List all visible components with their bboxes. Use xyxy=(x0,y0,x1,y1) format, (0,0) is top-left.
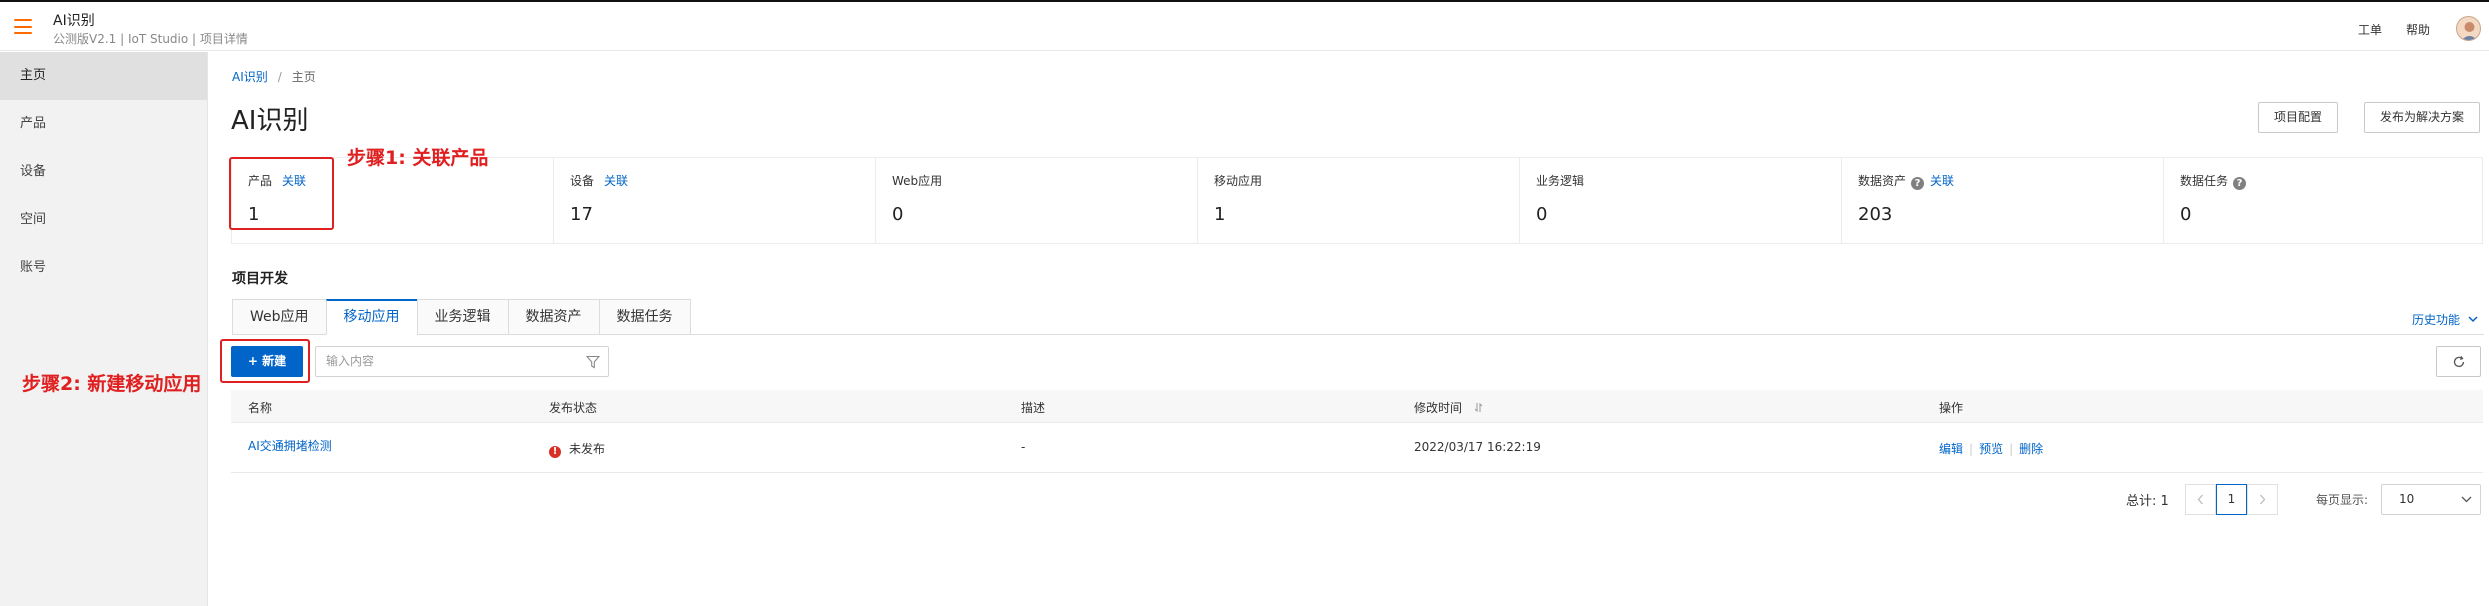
history-label: 历史功能 xyxy=(2412,313,2461,327)
sort-icon[interactable] xyxy=(1474,402,1483,413)
stat-data-assets: 数据资产? 关联 203 xyxy=(1842,158,2164,243)
preview-action[interactable]: 预览 xyxy=(1979,442,2003,456)
column-header-description: 描述 xyxy=(1021,401,1046,415)
menu-icon[interactable] xyxy=(14,19,32,34)
stat-label: 设备 xyxy=(570,174,595,188)
breadcrumb: AI识别 / 主页 xyxy=(232,68,316,85)
search-input[interactable] xyxy=(326,354,566,368)
page-title: AI识别 xyxy=(231,106,309,136)
apps-table: 名称 发布状态 描述 修改时间 操作 AI交通拥堵检测 ! 未发布 - 2022/… xyxy=(231,390,2483,473)
dev-tabs: Web应用 移动应用 业务逻辑 数据资产 数据任务 xyxy=(232,299,691,335)
refresh-button[interactable] xyxy=(2436,346,2481,377)
modified-time: 2022/03/17 16:22:19 xyxy=(1414,440,1541,454)
history-features-link[interactable]: 历史功能 xyxy=(2412,311,2478,328)
tab-mobile-apps[interactable]: 移动应用 xyxy=(325,299,417,335)
column-header-status: 发布状态 xyxy=(549,401,598,415)
error-icon: ! xyxy=(549,446,561,458)
stat-devices: 设备 关联 17 xyxy=(554,158,876,243)
app-subtitle: 公测版V2.1 | IoT Studio | 项目详情 xyxy=(53,32,248,46)
page-size-select[interactable]: 10 xyxy=(2381,484,2481,515)
app-description: - xyxy=(1021,440,1026,454)
search-box xyxy=(315,346,609,377)
stat-label: 数据资产 xyxy=(1858,174,1907,188)
filter-icon[interactable] xyxy=(586,355,600,369)
project-config-button[interactable]: 项目配置 xyxy=(2258,102,2339,133)
chevron-down-icon xyxy=(2468,316,2478,323)
edit-action[interactable]: 编辑 xyxy=(1939,442,1963,456)
sidebar-item-devices[interactable]: 设备 xyxy=(0,148,207,196)
help-icon[interactable]: ? xyxy=(1911,177,1925,190)
new-button[interactable]: + 新建 xyxy=(231,346,303,377)
chevron-down-icon xyxy=(2461,496,2472,503)
stats-panel: 产品 关联 1 设备 关联 17 Web应用 0 移动应用 1 业务逻辑 0 数据资… xyxy=(231,157,2483,244)
publish-status-text: 未发布 xyxy=(569,442,606,456)
stat-label: Web应用 xyxy=(892,174,943,188)
stat-label: 移动应用 xyxy=(1214,174,1263,188)
stat-mobile-apps: 移动应用 1 xyxy=(1198,158,1520,243)
breadcrumb-separator: / xyxy=(277,70,282,84)
stat-value: 203 xyxy=(1858,204,1893,225)
stat-web-apps: Web应用 0 xyxy=(876,158,1198,243)
stat-data-tasks: 数据任务? 0 xyxy=(2164,158,2482,243)
page-size-label: 每页显示: xyxy=(2316,493,2369,507)
section-title: 项目开发 xyxy=(232,271,288,287)
stat-business-logic: 业务逻辑 0 xyxy=(1520,158,1842,243)
breadcrumb-root[interactable]: AI识别 xyxy=(232,70,268,84)
app-name-link[interactable]: AI交通拥堵检测 xyxy=(248,437,332,454)
sidebar-item-products[interactable]: 产品 xyxy=(0,100,207,148)
top-bar: AI识别 公测版V2.1 | IoT Studio | 项目详情 工单 帮助 xyxy=(0,0,2489,51)
stat-label: 数据任务 xyxy=(2180,174,2229,188)
total-count: 总计: 1 xyxy=(2126,494,2169,509)
link-device-button[interactable]: 关联 xyxy=(604,174,628,188)
tab-data-assets[interactable]: 数据资产 xyxy=(507,299,599,335)
step1-highlight-box xyxy=(229,157,334,230)
column-header-actions: 操作 xyxy=(1939,401,1964,415)
page-size-value: 10 xyxy=(2399,492,2415,506)
help-link[interactable]: 帮助 xyxy=(2406,21,2430,38)
stat-value: 0 xyxy=(2180,204,2192,225)
stat-value: 1 xyxy=(1214,204,1226,225)
help-icon[interactable]: ? xyxy=(2233,177,2247,190)
step1-annotation: 步骤1: 关联产品 xyxy=(347,147,489,169)
breadcrumb-current: 主页 xyxy=(291,70,316,84)
tab-data-tasks[interactable]: 数据任务 xyxy=(598,299,691,335)
table-header: 名称 发布状态 描述 修改时间 操作 xyxy=(231,390,2483,423)
row-actions: 编辑 | 预览 | 删除 xyxy=(1939,442,2044,456)
publish-status: ! 未发布 xyxy=(549,440,605,458)
page-number-button[interactable]: 1 xyxy=(2216,484,2247,515)
sidebar-item-spaces[interactable]: 空间 xyxy=(0,196,207,244)
next-page-button[interactable] xyxy=(2247,484,2278,515)
column-header-name: 名称 xyxy=(248,401,273,415)
step2-annotation: 步骤2: 新建移动应用 xyxy=(22,373,202,395)
refresh-icon xyxy=(2453,355,2465,368)
publish-solution-button[interactable]: 发布为解决方案 xyxy=(2364,102,2481,133)
prev-page-button[interactable] xyxy=(2185,484,2216,515)
table-row: AI交通拥堵检测 ! 未发布 - 2022/03/17 16:22:19 编辑 | 预… xyxy=(231,423,2483,473)
stat-value: 0 xyxy=(1536,204,1548,225)
stat-label: 业务逻辑 xyxy=(1536,174,1585,188)
sidebar: 主页 产品 设备 空间 账号 xyxy=(0,52,208,606)
sidebar-item-home[interactable]: 主页 xyxy=(0,52,207,100)
sidebar-item-accounts[interactable]: 账号 xyxy=(0,244,207,292)
tab-business-logic[interactable]: 业务逻辑 xyxy=(416,299,508,335)
app-title: AI识别 xyxy=(53,13,95,29)
link-data-asset-button[interactable]: 关联 xyxy=(1930,174,1954,188)
stat-value: 17 xyxy=(570,204,593,225)
stat-value: 0 xyxy=(892,204,904,225)
tab-web-apps[interactable]: Web应用 xyxy=(232,299,326,335)
avatar[interactable] xyxy=(2456,16,2481,41)
column-header-modified[interactable]: 修改时间 xyxy=(1414,399,1483,416)
ticket-link[interactable]: 工单 xyxy=(2358,21,2382,38)
chevron-left-icon xyxy=(2197,494,2203,505)
column-header-modified-label: 修改时间 xyxy=(1414,401,1463,415)
delete-action[interactable]: 删除 xyxy=(2019,442,2043,456)
chevron-right-icon xyxy=(2260,494,2266,505)
